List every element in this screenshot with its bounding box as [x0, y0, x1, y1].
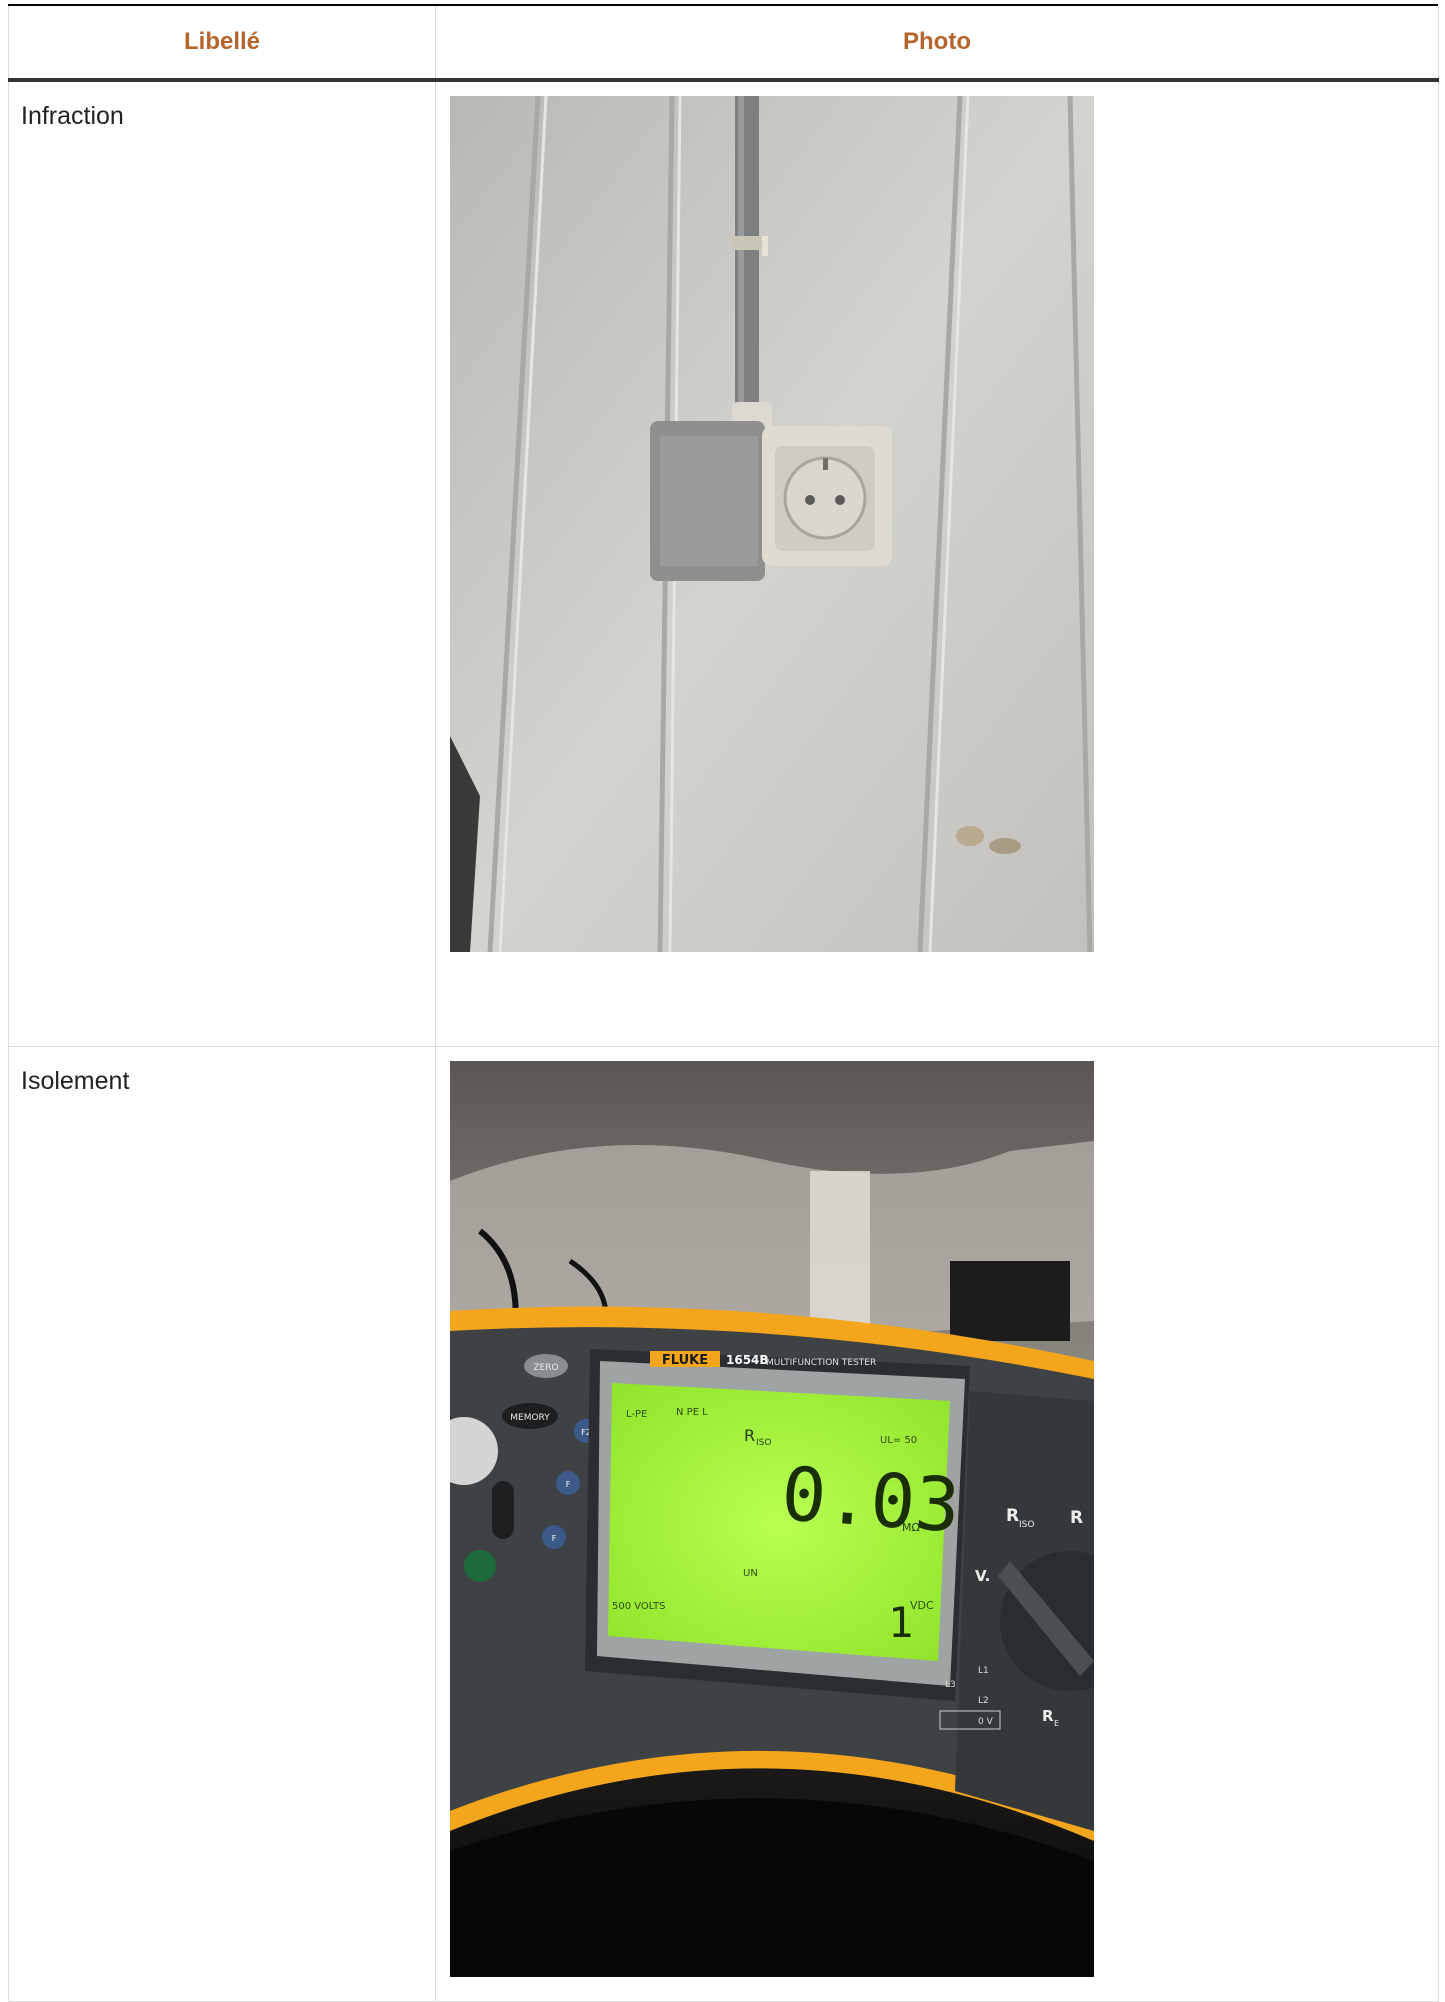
dial-l1-label: L1 — [978, 1666, 989, 1676]
photo-cell — [435, 79, 1439, 1047]
table-row: Infraction — [8, 79, 1439, 1047]
label-cell: Isolement — [8, 1046, 436, 2002]
lcd-main-reading: 0.03 — [779, 1451, 963, 1549]
mode-label: R — [744, 1426, 755, 1445]
photo-insulation-tester: ZERO MEMORY F1 F2 F F — [450, 1061, 1094, 1977]
dial-rl-label: R — [1070, 1508, 1083, 1528]
dial-warning-label: 0 V — [978, 1717, 994, 1727]
ul-label: UL= 50 — [880, 1435, 917, 1446]
row-label: Infraction — [21, 102, 124, 130]
photo-wall-socket — [450, 96, 1094, 952]
dial-riso-sub: ISO — [1019, 1520, 1034, 1530]
dial-re-sub: E — [1054, 1719, 1059, 1728]
lcd-reading-unit: MΩ — [902, 1521, 920, 1534]
lcd-secondary-unit: VDC — [910, 1599, 934, 1612]
table-header-row: Libellé Photo — [8, 6, 1439, 82]
table-row: Isolement ZERO MEMORY F2 F F FLUKE 1654B… — [8, 1046, 1439, 2002]
header-photo: Photo — [435, 6, 1439, 82]
header-libelle: Libellé — [8, 6, 436, 82]
tester-model: 1654B — [726, 1353, 769, 1367]
dial-re-label: R — [1042, 1707, 1054, 1725]
label-cell: Infraction — [8, 79, 436, 1047]
dial-riso-label: R — [1006, 1506, 1019, 1526]
dial-l3-label: L3 — [945, 1680, 956, 1690]
npel-label: N PE L — [676, 1407, 708, 1418]
fluke-brand: FLUKE — [662, 1353, 708, 1368]
un-label: UN — [743, 1568, 758, 1579]
memory-button-label: MEMORY — [510, 1413, 550, 1423]
mode-sub: ISO — [756, 1438, 771, 1448]
tester-model-desc: MULTIFUNCTION TESTER — [766, 1358, 876, 1368]
dial-l2-label: L2 — [978, 1696, 989, 1706]
lpe-label: L-PE — [626, 1409, 647, 1420]
dial-v-label: V. — [975, 1567, 990, 1585]
zero-button-label: ZERO — [533, 1363, 558, 1373]
f4-button-label: F — [552, 1534, 557, 1543]
report-page: Libellé Photo Infraction Isolement ZERO … — [8, 0, 1439, 2002]
photo-cell: ZERO MEMORY F1 F2 F F — [435, 1046, 1439, 2002]
photo-table: Libellé Photo Infraction Isolement ZERO … — [8, 6, 1439, 2002]
row-label: Isolement — [21, 1067, 130, 1095]
f3-button-label: F — [566, 1480, 571, 1489]
test-voltage-label: 500 VOLTS — [612, 1601, 665, 1612]
